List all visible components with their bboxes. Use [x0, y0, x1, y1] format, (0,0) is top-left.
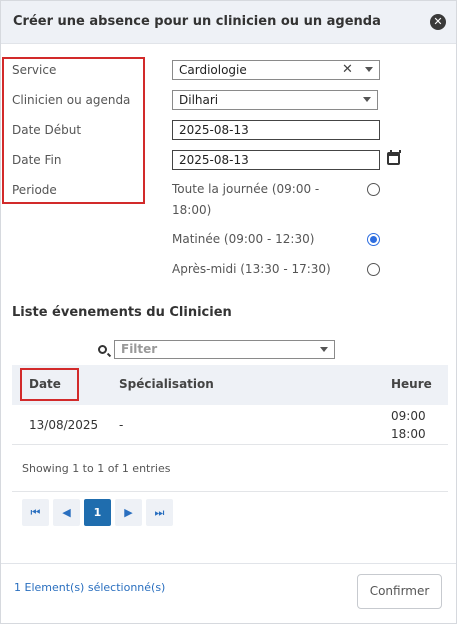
dialog-title: Créer une absence pour un clinicien ou u…: [13, 14, 381, 29]
last-page-icon[interactable]: ⏭: [146, 499, 173, 526]
selected-count[interactable]: 1 Element(s) sélectionné(s): [14, 581, 165, 594]
calendar-icon[interactable]: [387, 150, 401, 165]
next-page-icon[interactable]: ▶: [115, 499, 142, 526]
confirm-button[interactable]: Confirmer: [357, 574, 442, 609]
filter-placeholder: Filter: [121, 342, 158, 356]
date-debut-label: Date Début: [12, 123, 82, 137]
entries-info: Showing 1 to 1 of 1 entries: [22, 462, 171, 475]
clinicien-label: Clinicien ou agenda: [12, 93, 131, 107]
periode-option-matinee-label: Matinée (09:00 - 12:30): [172, 232, 315, 246]
first-page-icon[interactable]: ⏮: [22, 499, 49, 526]
clinicien-select[interactable]: Dilhari: [172, 90, 378, 110]
periode-option-journee-label: Toute la journée (09:00 -18:00): [172, 182, 320, 217]
search-icon: [98, 345, 107, 354]
service-label: Service: [12, 63, 57, 77]
row-heure-start: 09:00: [391, 409, 426, 423]
close-icon[interactable]: ✕: [430, 14, 446, 30]
periode-radio-apresmidi[interactable]: [367, 263, 380, 276]
chevron-down-icon[interactable]: [363, 97, 371, 102]
date-fin-input[interactable]: 2025-08-13: [172, 150, 380, 170]
footer-divider: [1, 563, 456, 564]
chevron-down-icon[interactable]: [320, 347, 328, 352]
clear-icon[interactable]: ✕: [342, 61, 353, 79]
date-debut-value: 2025-08-13: [179, 123, 249, 137]
create-absence-dialog: Créer une absence pour un clinicien ou u…: [0, 0, 457, 624]
row-specialisation: -: [119, 418, 124, 432]
clinicien-value: Dilhari: [179, 93, 219, 107]
date-fin-value: 2025-08-13: [179, 153, 249, 167]
chevron-down-icon[interactable]: [365, 67, 373, 72]
search-input[interactable]: [25, 341, 81, 361]
divider: [12, 491, 448, 492]
page-1-button[interactable]: 1: [84, 499, 111, 526]
column-header-specialisation[interactable]: Spécialisation: [119, 377, 214, 391]
periode-label: Periode: [12, 183, 57, 197]
prev-page-icon[interactable]: ◀: [53, 499, 80, 526]
periode-option-apresmidi-label: Après-midi (13:30 - 17:30): [172, 262, 331, 276]
periode-radio-matinee[interactable]: [367, 233, 380, 246]
column-header-heure[interactable]: Heure: [391, 377, 432, 391]
date-fin-label: Date Fin: [12, 153, 62, 167]
row-divider: [12, 444, 448, 445]
service-value: Cardiologie: [179, 63, 247, 77]
filter-select[interactable]: Filter: [114, 340, 335, 359]
service-select[interactable]: Cardiologie ✕: [172, 60, 380, 80]
date-debut-input[interactable]: 2025-08-13: [172, 120, 380, 140]
periode-radio-journee[interactable]: [367, 183, 380, 196]
row-heure-end: 18:00: [391, 427, 426, 441]
dialog-header: Créer une absence pour un clinicien ou u…: [1, 1, 456, 44]
date-header-highlight-box: [20, 368, 79, 401]
events-section-title: Liste évenements du Clinicien: [12, 305, 232, 320]
row-date: 13/08/2025: [29, 418, 99, 432]
